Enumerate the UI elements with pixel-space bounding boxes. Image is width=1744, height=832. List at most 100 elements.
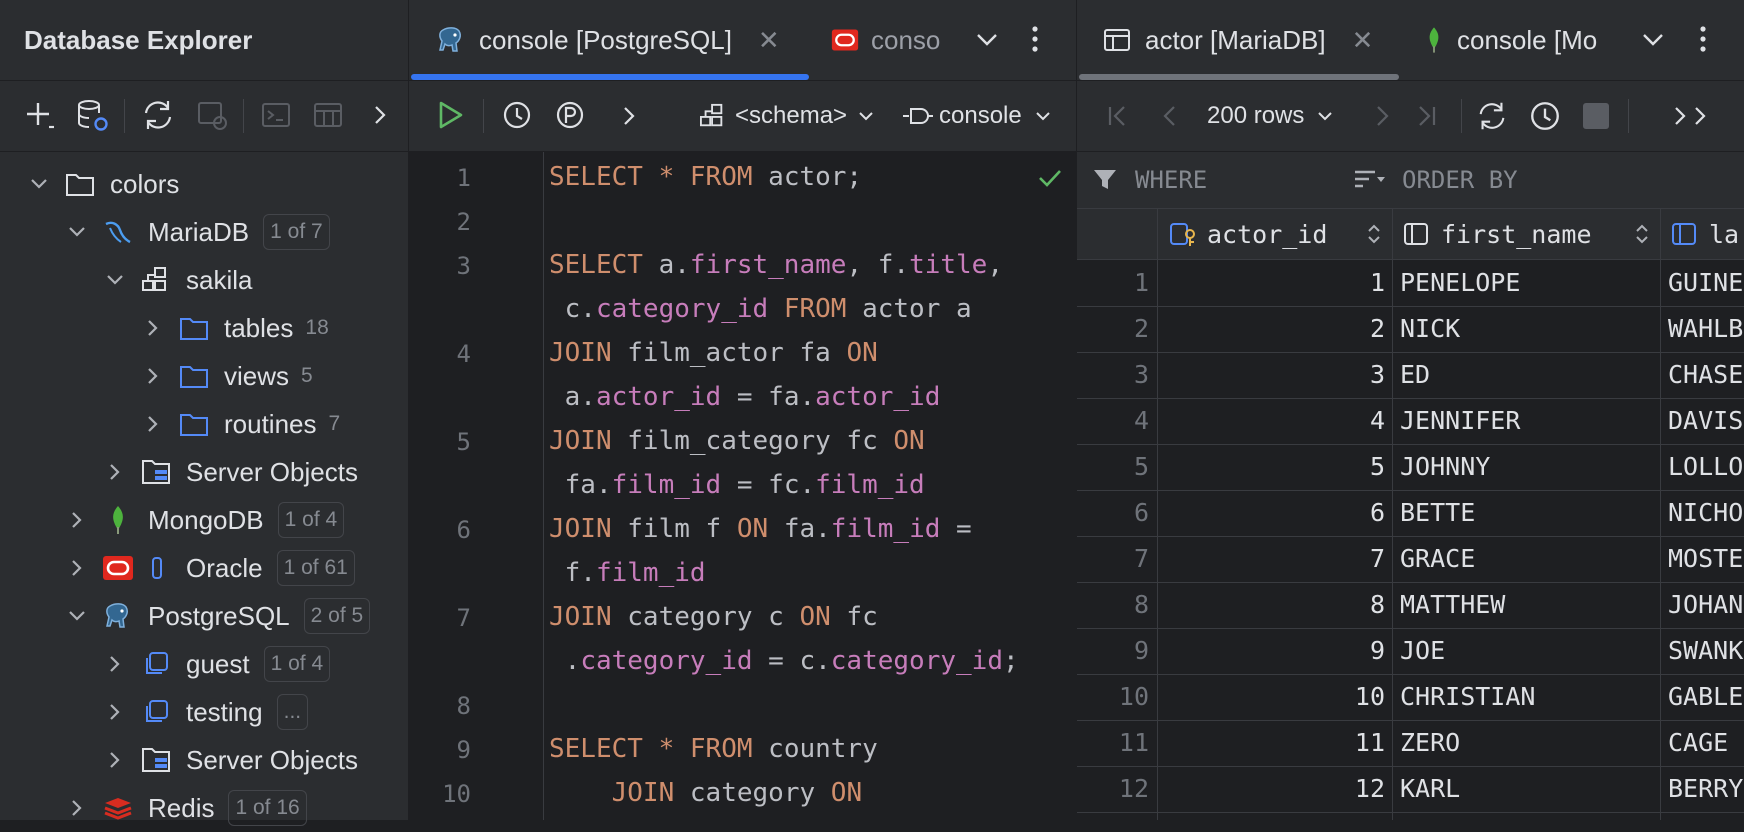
column-header-last-name[interactable]: la [1663, 209, 1744, 259]
run-icon[interactable] [435, 99, 465, 131]
last-page-icon[interactable] [1413, 103, 1439, 129]
last-name-cell[interactable]: GUINE [1668, 260, 1744, 306]
refresh-icon[interactable] [1475, 99, 1509, 133]
actor-id-cell[interactable]: 12 [1167, 766, 1385, 812]
stop-icon[interactable] [1583, 103, 1609, 129]
where-filter-input[interactable]: WHERE [1135, 152, 1335, 208]
table-row[interactable]: 11 11 ZERO CAGE [1077, 720, 1744, 767]
tab-actor-mariadb[interactable]: actor [MariaDB] ✕ [1103, 0, 1373, 80]
last-name-cell[interactable]: DAVIS [1668, 398, 1744, 444]
table-view-icon[interactable] [310, 97, 346, 133]
sort-toggle-icon[interactable] [1367, 223, 1381, 245]
chevron-down-icon[interactable] [104, 269, 126, 291]
actor-id-cell[interactable]: 1 [1167, 260, 1385, 306]
tree-node-oracle[interactable]: Oracle 1 of 61 [0, 544, 408, 592]
tree-node-testing[interactable]: testing ... [0, 688, 408, 736]
table-row[interactable]: 10 10 CHRISTIAN GABLE [1077, 674, 1744, 721]
previous-page-icon[interactable] [1157, 103, 1183, 129]
chevron-right-icon[interactable] [142, 317, 164, 339]
row-number-cell[interactable]: 7 [1077, 536, 1149, 582]
more-chevron-icon[interactable] [1670, 103, 1710, 129]
tree-node-guest[interactable]: guest 1 of 4 [0, 640, 408, 688]
tree-node-postgresql[interactable]: PostgreSQL 2 of 5 [0, 592, 408, 640]
row-number-cell[interactable]: 5 [1077, 444, 1149, 490]
chevron-down-icon[interactable] [66, 221, 88, 243]
data-source-properties-icon[interactable] [74, 97, 110, 133]
tree-node-routines[interactable]: routines 7 [0, 400, 408, 448]
refresh-icon[interactable] [140, 97, 176, 133]
row-number-cell[interactable]: 12 [1077, 766, 1149, 812]
tabs-dropdown-chevron-icon[interactable] [974, 26, 1000, 52]
tree-node-server-objects[interactable]: Server Objects [0, 448, 408, 496]
last-name-cell[interactable]: SWANK [1668, 628, 1744, 674]
first-page-icon[interactable] [1105, 103, 1131, 129]
order-by-input[interactable]: ORDER BY [1402, 152, 1702, 208]
row-number-cell[interactable]: 9 [1077, 628, 1149, 674]
tree-node-mongodb[interactable]: MongoDB 1 of 4 [0, 496, 408, 544]
first-name-cell[interactable]: KARL [1400, 766, 1655, 812]
chevron-right-icon[interactable] [66, 557, 88, 579]
chevron-right-icon[interactable] [142, 413, 164, 435]
tree-node-server-objects-pg[interactable]: Server Objects [0, 736, 408, 784]
close-icon[interactable]: ✕ [758, 25, 780, 56]
actor-id-cell[interactable]: 5 [1167, 444, 1385, 490]
row-number-cell[interactable]: 1 [1077, 260, 1149, 306]
table-row[interactable]: 5 5 JOHNNY LOLLO [1077, 444, 1744, 491]
jump-to-console-icon[interactable] [258, 97, 294, 133]
last-name-cell[interactable]: WAHLB [1668, 306, 1744, 352]
chevron-right-icon[interactable] [104, 653, 126, 675]
row-number-cell[interactable]: 6 [1077, 490, 1149, 536]
last-name-cell[interactable]: LOLLO [1668, 444, 1744, 490]
more-vertical-icon[interactable] [1697, 24, 1709, 54]
tree-node-sakila[interactable]: sakila [0, 256, 408, 304]
session-selector[interactable]: console [901, 81, 1052, 151]
chevron-right-icon[interactable] [66, 797, 88, 819]
table-row[interactable]: 4 4 JENNIFER DAVIS [1077, 398, 1744, 445]
column-header-actor-id[interactable]: actor_id [1161, 209, 1395, 259]
actor-id-cell[interactable]: 4 [1167, 398, 1385, 444]
chevron-right-icon[interactable] [104, 701, 126, 723]
last-name-cell[interactable]: BERRY [1668, 766, 1744, 812]
chevron-down-icon[interactable] [66, 605, 88, 627]
chevron-down-icon[interactable] [28, 173, 50, 195]
actor-id-cell[interactable]: 8 [1167, 582, 1385, 628]
page-size-selector[interactable]: 200 rows [1207, 81, 1334, 151]
table-row[interactable]: 8 8 MATTHEW JOHAN [1077, 582, 1744, 629]
history-icon[interactable] [501, 99, 533, 131]
last-name-cell[interactable]: CAGE [1668, 720, 1744, 766]
first-name-cell[interactable]: NICK [1400, 306, 1655, 352]
sort-toggle-icon[interactable] [1635, 223, 1649, 245]
first-name-cell[interactable]: JOHNNY [1400, 444, 1655, 490]
disconnect-icon[interactable] [194, 97, 230, 133]
tree-node-mariadb[interactable]: MariaDB 1 of 7 [0, 208, 408, 256]
first-name-cell[interactable]: GRACE [1400, 536, 1655, 582]
more-chevron-icon[interactable] [619, 103, 639, 129]
column-header-first-name[interactable]: first_name [1395, 209, 1663, 259]
code-editor[interactable]: 1 2 3 4 5 6 7 8 9 10 SELECT * FROM actor… [409, 152, 1076, 820]
more-vertical-icon[interactable] [1029, 24, 1041, 54]
chevron-right-icon[interactable] [104, 749, 126, 771]
row-number-cell[interactable]: 3 [1077, 352, 1149, 398]
actor-id-cell[interactable]: 2 [1167, 306, 1385, 352]
actor-id-cell[interactable]: 9 [1167, 628, 1385, 674]
table-row[interactable]: 2 2 NICK WAHLB [1077, 306, 1744, 353]
tree-node-views[interactable]: views 5 [0, 352, 408, 400]
tree-node-tables[interactable]: tables 18 [0, 304, 408, 352]
first-name-cell[interactable]: ZERO [1400, 720, 1655, 766]
tree-node-redis[interactable]: Redis 1 of 16 [0, 784, 408, 832]
chevron-right-icon[interactable] [104, 461, 126, 483]
last-name-cell[interactable]: MOSTE [1668, 536, 1744, 582]
count-badge[interactable]: ... [276, 694, 309, 730]
row-number-cell[interactable]: 2 [1077, 306, 1149, 352]
next-page-icon[interactable] [1369, 103, 1395, 129]
tree-node-colors[interactable]: colors [0, 160, 408, 208]
chevron-right-icon[interactable] [66, 509, 88, 531]
more-chevron-icon[interactable] [362, 97, 398, 133]
actor-id-cell[interactable]: 6 [1167, 490, 1385, 536]
table-row[interactable]: 7 7 GRACE MOSTE [1077, 536, 1744, 583]
row-number-cell[interactable]: 10 [1077, 674, 1149, 720]
last-name-cell[interactable]: NICHO [1668, 490, 1744, 536]
tab-console-postgresql[interactable]: console [PostgreSQL] ✕ [437, 0, 780, 80]
row-number-cell[interactable]: 11 [1077, 720, 1149, 766]
first-name-cell[interactable]: JOE [1400, 628, 1655, 674]
